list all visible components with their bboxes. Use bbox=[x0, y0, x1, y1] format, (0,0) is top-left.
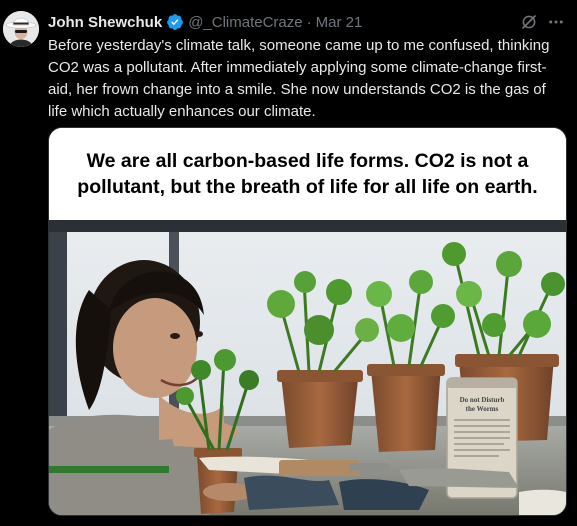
avatar-image bbox=[3, 11, 39, 47]
tweet-text: Before yesterday's climate talk, someone… bbox=[48, 37, 550, 120]
post-image[interactable]: We are all carbon-based life forms. CO2 … bbox=[48, 127, 567, 516]
verified-badge-icon[interactable] bbox=[166, 13, 184, 31]
more-icon[interactable] bbox=[547, 13, 565, 31]
separator-dot: · bbox=[306, 13, 312, 31]
can-label-line2: the Worms bbox=[466, 405, 499, 413]
grok-icon[interactable] bbox=[520, 13, 538, 31]
post-date[interactable]: Mar 21 bbox=[316, 14, 363, 31]
post-header: John Shewchuk @_ClimateCraze · Mar 21 bbox=[48, 12, 362, 32]
image-caption: We are all carbon-based life forms. CO2 … bbox=[77, 150, 538, 198]
can-label-line1: Do not Disturb bbox=[460, 396, 505, 404]
display-name[interactable]: John Shewchuk bbox=[48, 14, 162, 31]
tweet[interactable]: John Shewchuk @_ClimateCraze · Mar 21 Be… bbox=[0, 0, 577, 526]
handle[interactable]: @_ClimateCraze bbox=[188, 14, 302, 31]
photo-woman-with-plants: Do not Disturb the Worms bbox=[49, 220, 566, 515]
image-caption-band: We are all carbon-based life forms. CO2 … bbox=[49, 128, 566, 220]
avatar[interactable] bbox=[3, 11, 39, 47]
